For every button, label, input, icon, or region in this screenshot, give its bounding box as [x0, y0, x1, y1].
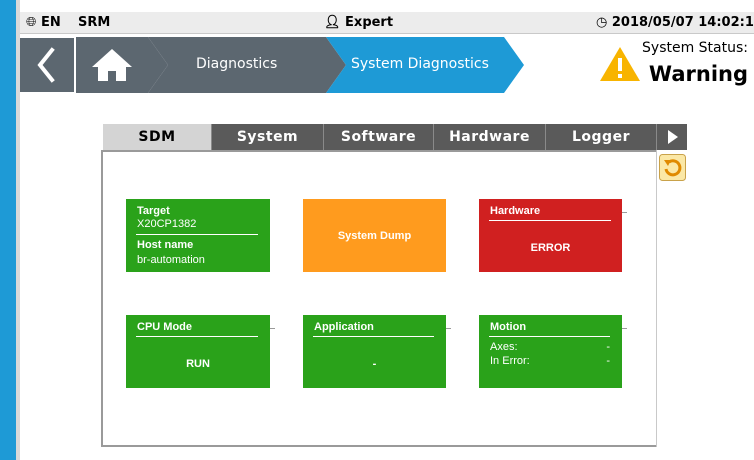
tab-software[interactable]: Software: [324, 124, 434, 150]
tab-scroll-right-button[interactable]: [657, 124, 687, 150]
machine-label: SRM: [78, 15, 111, 30]
motion-notch: [622, 328, 627, 329]
cpu-mode-divider: [136, 336, 258, 337]
hardware-title: Hardware: [490, 205, 541, 217]
motion-tile[interactable]: Motion Axes: - In Error: -: [479, 315, 627, 388]
breadcrumb-label-diagnostics: Diagnostics: [196, 56, 278, 72]
warning-icon: [600, 47, 640, 81]
axes-label: Axes:: [490, 341, 518, 353]
target-value: X20CP1382: [137, 218, 197, 230]
language-label: EN: [40, 15, 61, 30]
target-divider: [136, 234, 258, 235]
target-tile[interactable]: Target X20CP1382 Host name br-automation: [126, 199, 270, 272]
application-divider: [313, 336, 434, 337]
status-bar: 🌐︎ EN SRM 👤︎ Expert ◷ 2018/05/07 14:02:1…: [20, 12, 754, 34]
hardware-value: ERROR: [530, 242, 571, 254]
user-label: Expert: [345, 15, 394, 30]
user-indicator[interactable]: 👤︎ Expert: [324, 15, 393, 30]
system-dump-label: System Dump: [337, 230, 412, 242]
system-status-value: Warning: [648, 62, 748, 86]
system-dump-tile[interactable]: System Dump: [303, 199, 446, 272]
application-tile[interactable]: Application -: [303, 315, 451, 388]
clock-icon: ◷: [596, 15, 608, 30]
axes-value: -: [606, 341, 610, 353]
datetime-display: ◷ 2018/05/07 14:02:18: [596, 15, 754, 30]
refresh-icon: [659, 154, 686, 181]
application-value: -: [372, 358, 377, 370]
globe-icon: 🌐︎: [26, 15, 37, 30]
application-notch: [446, 328, 451, 329]
datetime-label: 2018/05/07 14:02:18: [611, 15, 754, 30]
panel-side-column: [656, 150, 688, 447]
hardware-divider: [489, 220, 611, 221]
left-accent-strip: [0, 0, 20, 460]
tab-hardware[interactable]: Hardware: [434, 124, 546, 150]
play-right-icon: [668, 130, 678, 144]
in-error-value: -: [606, 355, 610, 367]
chevron-left-icon: [37, 47, 55, 83]
cpu-mode-tile[interactable]: CPU Mode RUN: [126, 315, 275, 388]
tab-system[interactable]: System: [212, 124, 324, 150]
motion-divider: [489, 336, 610, 337]
navigation-bar: Diagnostics System Diagnostics System St…: [20, 36, 754, 96]
tab-bar: SDM System Software Hardware Logger: [103, 124, 687, 150]
language-selector[interactable]: 🌐︎ EN: [26, 15, 61, 30]
refresh-button[interactable]: [659, 154, 686, 181]
hardware-notch: [622, 212, 627, 213]
cpu-mode-value: RUN: [186, 358, 210, 370]
back-button[interactable]: [20, 38, 74, 92]
host-name-title: Host name: [137, 239, 194, 251]
hardware-tile[interactable]: Hardware ERROR: [479, 199, 627, 272]
tab-sdm[interactable]: SDM: [103, 124, 212, 150]
tab-logger[interactable]: Logger: [546, 124, 657, 150]
cpu-mode-title: CPU Mode: [137, 321, 192, 333]
application-title: Application: [314, 321, 374, 333]
system-status-label: System Status:: [642, 40, 748, 56]
motion-title: Motion: [490, 321, 527, 333]
sdm-panel: [101, 150, 688, 447]
breadcrumb-label-system-diagnostics: System Diagnostics: [351, 56, 489, 72]
cpu-mode-notch: [270, 328, 275, 329]
in-error-label: In Error:: [490, 355, 530, 367]
host-name-value: br-automation: [137, 254, 205, 266]
target-title: Target: [137, 205, 170, 217]
user-icon: 👤︎: [324, 15, 341, 30]
